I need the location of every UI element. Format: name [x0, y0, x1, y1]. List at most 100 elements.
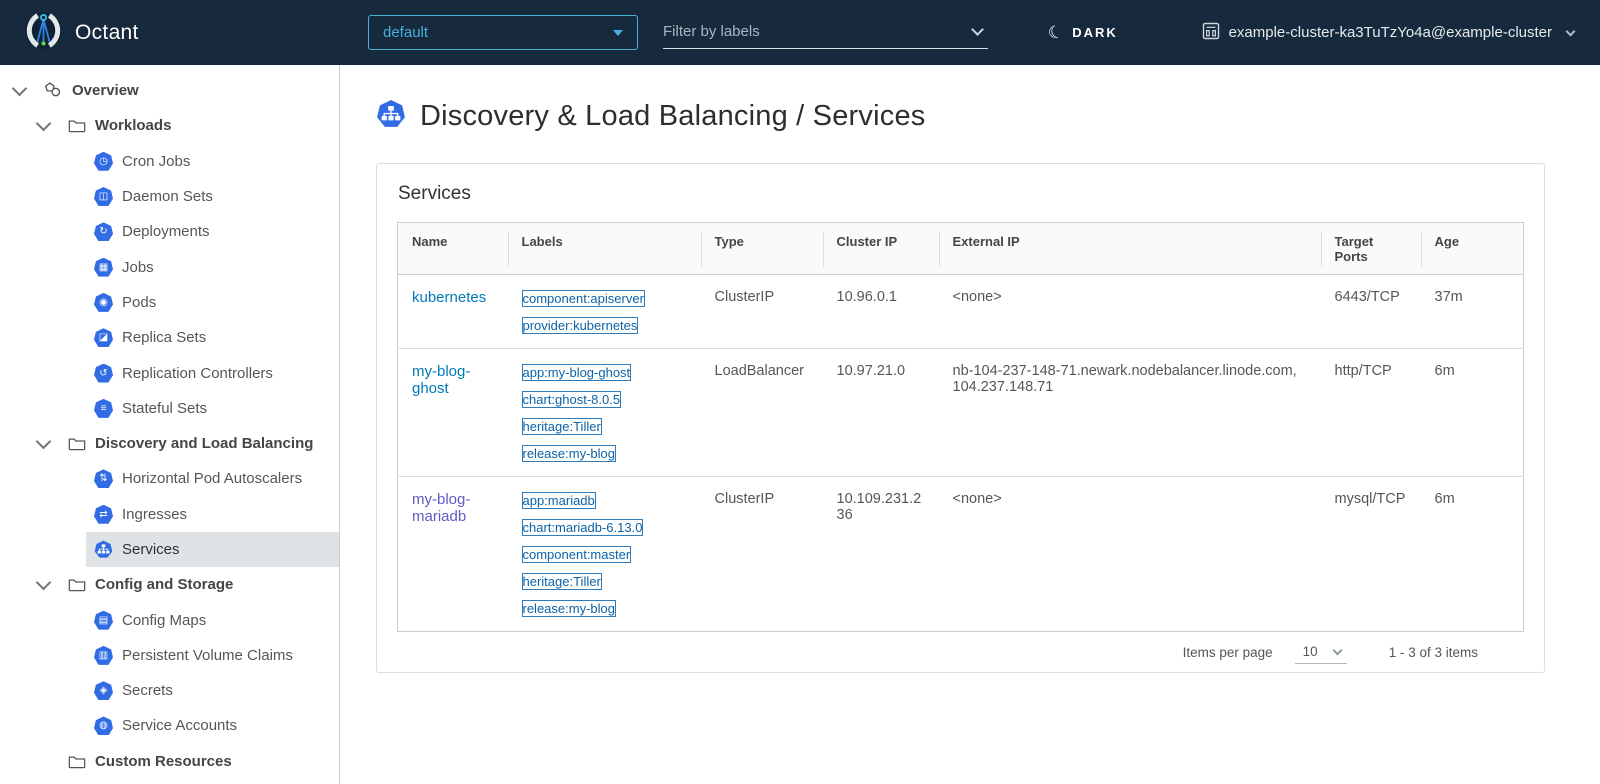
column-header-cluster-ip: Cluster IP — [823, 223, 939, 275]
column-header-name: Name — [398, 223, 508, 275]
label-pill: app:mariadb — [522, 492, 596, 509]
chevron-down-icon[interactable] — [36, 575, 52, 591]
objects-icon — [44, 81, 63, 100]
target-ports-cell: http/TCP — [1321, 349, 1421, 477]
services-card: Services NameLabelsTypeCluster IPExterna… — [376, 163, 1545, 673]
folder-icon — [68, 754, 86, 769]
table-pagination: Items per page 10 1 - 3 of 3 items — [377, 632, 1544, 672]
label-pills: app:my-blog-ghostchart:ghost-8.0.5herita… — [522, 363, 689, 462]
sidebar-item-replication-controllers[interactable]: ↺Replication Controllers — [86, 355, 339, 390]
folder-icon — [68, 436, 86, 451]
theme-toggle[interactable]: ☾ DARK — [1048, 0, 1118, 65]
chevron-down-icon[interactable] — [36, 116, 52, 132]
sidebar-item-workloads[interactable]: Workloads — [0, 108, 339, 143]
chevron-down-icon[interactable] — [12, 80, 28, 96]
sidebar-item-config-maps[interactable]: ▤ Config Maps — [86, 602, 339, 637]
column-header-target-ports: Target Ports — [1321, 223, 1421, 275]
label-pill: chart:mariadb-6.13.0 — [522, 519, 644, 536]
sidebar-item-label: Config and Storage — [95, 576, 233, 593]
label-pill: component:apiserver — [522, 290, 645, 307]
folder-icon — [68, 577, 86, 592]
sidebar-item-label: Config Maps — [122, 612, 206, 629]
service-name-link[interactable]: my-blog-mariadb — [412, 491, 470, 525]
column-header-age: Age — [1421, 223, 1524, 275]
sidebar-item-persistent-volume-claims[interactable]: ▥Persistent Volume Claims — [86, 638, 339, 673]
sidebar-item-label: Ingresses — [122, 506, 187, 523]
namespace-select[interactable]: default — [368, 15, 638, 50]
services-icon — [94, 540, 113, 559]
cluster-ip-cell: 10.97.21.0 — [823, 349, 939, 477]
replication-controllers-icon: ↺ — [94, 364, 113, 383]
sidebar-item-replica-sets[interactable]: ◪Replica Sets — [86, 320, 339, 355]
chevron-down-icon — [1566, 26, 1576, 36]
page-title: Discovery & Load Balancing / Services — [420, 100, 925, 133]
sidebar-item-jobs[interactable]: ▦Jobs — [86, 249, 339, 284]
label-filter — [663, 15, 988, 49]
octant-logo-icon — [24, 11, 63, 55]
sidebar-item-overview[interactable]: Overview — [0, 73, 339, 108]
sidebar-item-pods[interactable]: ◉ Pods — [86, 285, 339, 320]
sidebar-item-services[interactable]: Services — [86, 532, 339, 567]
persistent-volume-claims-icon: ▥ — [94, 646, 113, 665]
items-per-page-label: Items per page — [1183, 645, 1273, 660]
sidebar-item-ingresses[interactable]: ⇄Ingresses — [86, 497, 339, 532]
label-pill: release:my-blog — [522, 445, 617, 462]
column-header-labels: Labels — [508, 223, 701, 275]
main-content: Discovery & Load Balancing / Services Se… — [340, 65, 1600, 784]
pagination-range-text: 1 - 3 of 3 items — [1389, 645, 1478, 660]
horizontal-pod-autoscalers-icon: ⇅ — [94, 469, 113, 488]
sidebar-nav: Overview Workloads◷Cron Jobs◫Daemon Sets… — [0, 65, 340, 784]
items-per-page-select[interactable]: 10 — [1295, 641, 1347, 664]
target-ports-cell: 6443/TCP — [1321, 275, 1421, 349]
table-row: my-blog-mariadb app:mariadb chart:mariadb-… — [398, 477, 1524, 632]
table-row: kubernetes component:apiserver provider:ku… — [398, 275, 1524, 349]
type-cell: ClusterIP — [701, 275, 823, 349]
column-header-type: Type — [701, 223, 823, 275]
label-filter-input[interactable] — [663, 23, 967, 40]
external-ip-cell: <none> — [939, 275, 1321, 349]
sidebar-item-secrets[interactable]: ◈Secrets — [86, 673, 339, 708]
sidebar-item-label: Jobs — [122, 259, 154, 276]
page-title-block: Discovery & Load Balancing / Services — [376, 99, 1545, 134]
cluster-icon — [1202, 22, 1220, 44]
label-pill: heritage:Tiller — [522, 573, 602, 590]
secrets-icon: ◈ — [94, 681, 113, 700]
service-name-link[interactable]: my-blog-ghost — [412, 363, 470, 397]
services-table: NameLabelsTypeCluster IPExternal IPTarge… — [397, 222, 1524, 632]
label-pill: component:master — [522, 546, 632, 563]
sidebar-item-label: Deployments — [122, 223, 210, 240]
type-cell: LoadBalancer — [701, 349, 823, 477]
age-cell: 6m — [1421, 349, 1524, 477]
sidebar-item-label: Service Accounts — [122, 717, 237, 734]
sidebar-item-label: Services — [122, 541, 180, 558]
sidebar-item-custom-resources[interactable]: Custom Resources — [0, 744, 339, 779]
sidebar-item-config-and-storage[interactable]: Config and Storage — [0, 567, 339, 602]
sidebar-item-deployments[interactable]: ↻Deployments — [86, 214, 339, 249]
sidebar-item-label: Stateful Sets — [122, 400, 207, 417]
chevron-down-icon[interactable] — [36, 433, 52, 449]
sidebar-item-label: Replica Sets — [122, 329, 206, 346]
label-pill: provider:kubernetes — [522, 317, 639, 334]
table-row: my-blog-ghost app:my-blog-ghostchart:ghos… — [398, 349, 1524, 477]
sidebar-item-daemon-sets[interactable]: ◫Daemon Sets — [86, 179, 339, 214]
config-maps-icon: ▤ — [94, 611, 113, 630]
sidebar-item-cron-jobs[interactable]: ◷Cron Jobs — [86, 144, 339, 179]
cluster-ip-cell: 10.109.231.236 — [823, 477, 939, 632]
sidebar-item-label: Daemon Sets — [122, 188, 213, 205]
service-name-link[interactable]: kubernetes — [412, 289, 486, 306]
folder-icon — [68, 118, 86, 133]
sidebar-item-horizontal-pod-autoscalers[interactable]: ⇅Horizontal Pod Autoscalers — [86, 461, 339, 496]
services-icon — [376, 99, 406, 134]
sidebar-item-label: Pods — [122, 294, 156, 311]
label-pill: chart:ghost-8.0.5 — [522, 391, 622, 408]
cluster-context-label: example-cluster-ka3TuTzYo4a@example-clus… — [1229, 24, 1552, 41]
theme-toggle-label: DARK — [1072, 25, 1118, 40]
chevron-down-icon[interactable] — [971, 23, 984, 36]
sidebar-item-discovery-and-load-balancing[interactable]: Discovery and Load Balancing — [0, 426, 339, 461]
app-header: Octant default ☾ DARK example-cluster-ka… — [0, 0, 1600, 65]
sidebar-item-stateful-sets[interactable]: ≡Stateful Sets — [86, 391, 339, 426]
sidebar-item-service-accounts[interactable]: ◍Service Accounts — [86, 708, 339, 743]
pods-icon: ◉ — [94, 293, 113, 312]
cluster-context-selector[interactable]: example-cluster-ka3TuTzYo4a@example-clus… — [1202, 0, 1580, 65]
brand: Octant — [24, 0, 139, 65]
